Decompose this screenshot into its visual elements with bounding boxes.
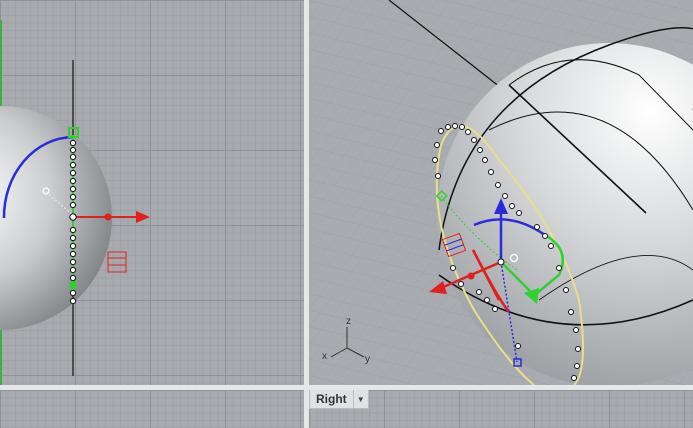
viewport-splitter-vertical[interactable] bbox=[304, 0, 309, 428]
axis-label-z: z bbox=[346, 316, 351, 327]
front-view-canvas[interactable] bbox=[0, 0, 304, 385]
perspective-view-canvas[interactable]: z y x bbox=[309, 0, 693, 385]
viewport-front[interactable] bbox=[0, 0, 304, 385]
gumball-center[interactable] bbox=[497, 258, 505, 266]
viewport-tab-right[interactable]: Right ▼ bbox=[309, 390, 369, 409]
axis-label-y: y bbox=[365, 354, 370, 365]
viewport-tab-label[interactable]: Right bbox=[310, 392, 353, 406]
viewport-bottom-right[interactable]: Right ▼ bbox=[309, 390, 693, 428]
axis-label-x: x bbox=[322, 351, 327, 362]
chevron-down-icon[interactable]: ▼ bbox=[352, 390, 368, 408]
gumball-x-arrow-icon[interactable] bbox=[136, 211, 150, 223]
gumball-plane-handle[interactable] bbox=[107, 251, 127, 273]
gumball-x-scale-handle[interactable] bbox=[467, 272, 475, 280]
viewport-perspective[interactable]: z y x bbox=[309, 0, 693, 385]
viewport-bottom-left[interactable] bbox=[0, 390, 304, 428]
gumball-x-scale-handle[interactable] bbox=[104, 213, 112, 221]
